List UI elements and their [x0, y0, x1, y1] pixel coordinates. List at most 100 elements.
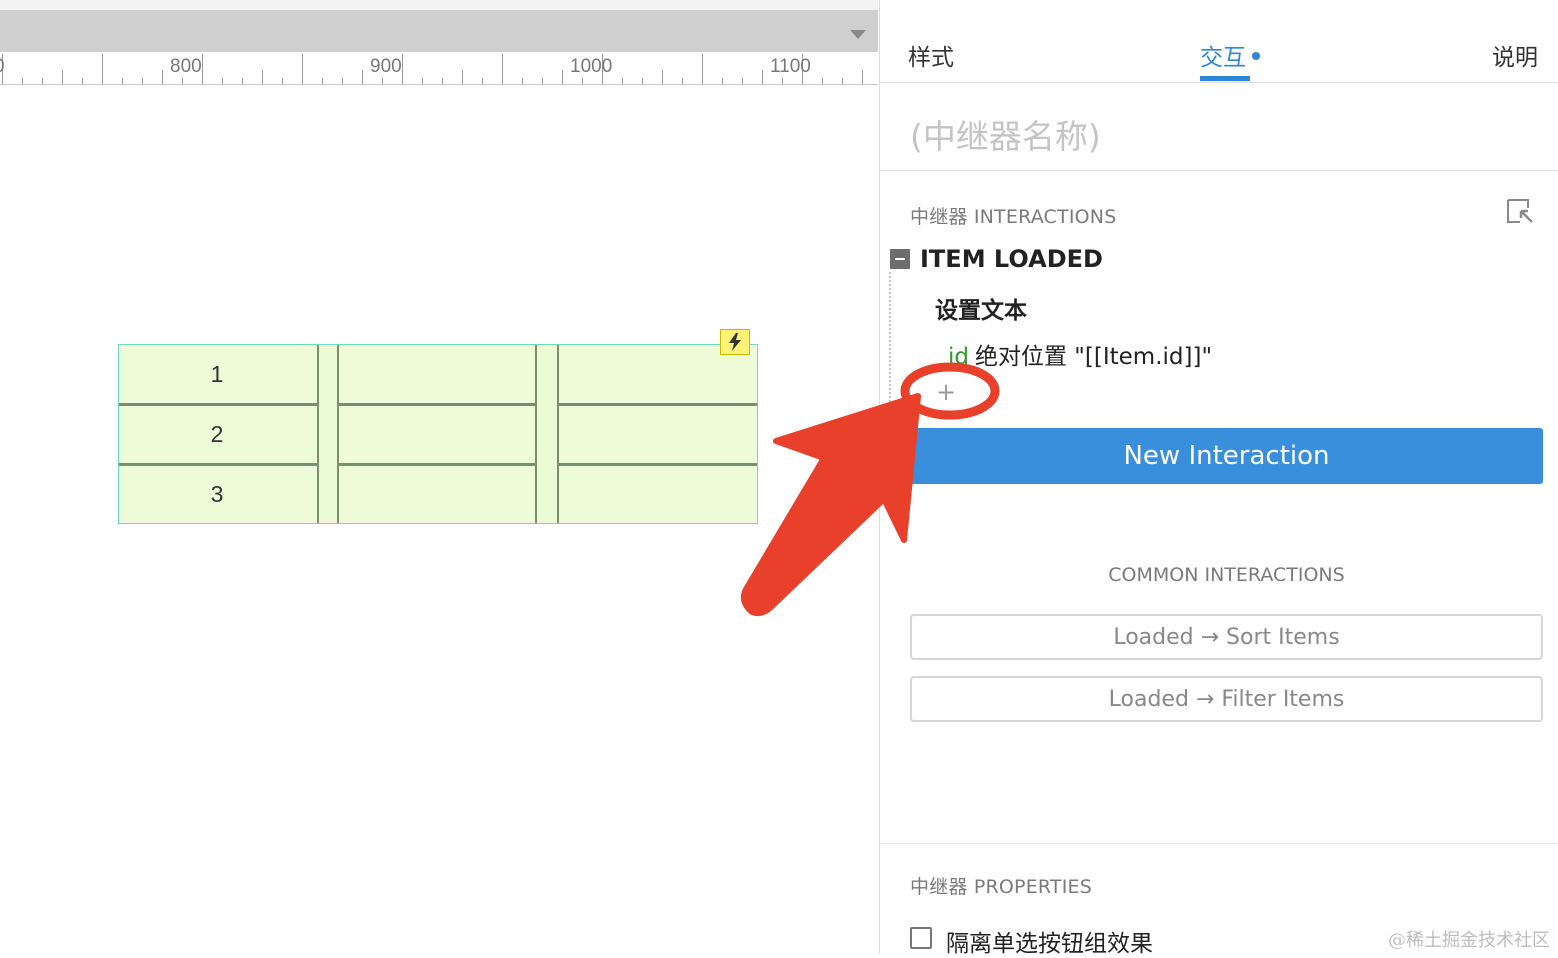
ruler-tick	[122, 78, 123, 84]
new-interaction-button[interactable]: New Interaction	[910, 428, 1543, 484]
ruler-tick	[702, 54, 703, 84]
common-interaction-button[interactable]: Loaded → Sort Items	[910, 614, 1543, 660]
ruler-tick	[622, 78, 623, 84]
lightning-icon[interactable]	[720, 329, 750, 355]
ruler-label: 900	[370, 56, 402, 77]
canvas-header-bar	[0, 10, 878, 52]
ruler-tick	[482, 78, 483, 84]
checkbox-label: 隔离单选按钮组效果	[946, 931, 1153, 957]
minus-square-icon[interactable]	[890, 249, 910, 269]
column-divider	[557, 345, 559, 523]
row-divider	[119, 403, 317, 406]
ruler-tick	[42, 78, 43, 84]
active-tab-indicator	[1200, 76, 1250, 81]
divider	[880, 170, 1558, 171]
event-name[interactable]: ITEM LOADED	[920, 245, 1103, 273]
ruler-tick	[582, 78, 583, 84]
column-divider	[337, 345, 339, 523]
ruler-label: 1000	[570, 56, 613, 77]
ruler-tick	[402, 54, 403, 84]
ruler-tick	[322, 78, 323, 84]
ruler-label-partial: 0	[0, 56, 5, 78]
ruler-tick	[382, 78, 383, 84]
repeater-cell[interactable]	[559, 406, 757, 463]
ruler-tick	[822, 78, 823, 84]
ruler-tick	[362, 70, 363, 84]
repeater-widget[interactable]: 1 2 3	[118, 344, 758, 524]
tab-notes[interactable]: 说明	[1492, 38, 1538, 72]
column-divider	[535, 345, 537, 523]
export-arrow-icon[interactable]	[1506, 198, 1534, 224]
ruler-tick	[342, 78, 343, 84]
repeater-item-id: 2	[210, 421, 224, 447]
row-divider	[559, 403, 757, 406]
row-divider	[119, 463, 317, 466]
chevron-down-icon[interactable]	[850, 30, 866, 39]
ruler-tick	[222, 78, 223, 84]
ruler-tick	[162, 70, 163, 84]
ruler-tick	[642, 78, 643, 84]
ruler-tick	[662, 70, 663, 84]
action-value: 绝对位置 "[[Item.id]]"	[975, 344, 1213, 370]
ruler-tick	[282, 78, 283, 84]
repeater-item-id: 3	[210, 481, 224, 507]
ruler-tick	[242, 78, 243, 84]
ruler-tick	[142, 78, 143, 84]
repeater-cell[interactable]	[339, 406, 535, 463]
ruler-tick	[462, 70, 463, 84]
ruler-tick	[742, 78, 743, 84]
tab-style[interactable]: 样式	[908, 38, 954, 72]
inspector-tabs: 样式 交互 说明	[880, 10, 1558, 83]
inspector-panel: 样式 交互 说明 (中继器名称) 中继器 INTERACTIONS ITEM L…	[879, 0, 1558, 957]
row-divider	[339, 463, 535, 466]
isolate-radio-checkbox[interactable]	[910, 927, 932, 949]
repeater-cell[interactable]	[339, 345, 535, 403]
column-divider	[317, 345, 319, 523]
ruler-tick	[842, 78, 843, 84]
ruler-tick	[782, 78, 783, 84]
watermark: @稀土掘金技术社区	[1388, 930, 1550, 951]
common-interactions-title: COMMON INTERACTIONS	[1108, 564, 1345, 586]
ruler-tick	[102, 54, 103, 84]
repeater-item-id: 1	[210, 361, 224, 387]
canvas-top-strip	[0, 0, 878, 10]
ruler-tick	[62, 70, 63, 84]
add-action-button[interactable]: +	[936, 378, 956, 406]
ruler-tick	[182, 78, 183, 84]
divider	[880, 843, 1558, 844]
ruler-tick	[862, 70, 863, 84]
tab-interactions[interactable]: 交互	[1200, 38, 1260, 72]
common-interaction-button[interactable]: Loaded → Filter Items	[910, 676, 1543, 722]
ruler-tick	[422, 78, 423, 84]
ruler-tick	[562, 70, 563, 84]
repeater-cell[interactable]	[559, 466, 757, 523]
action-target: id	[948, 344, 969, 370]
horizontal-ruler: 0 800 900 1000 1100	[0, 52, 878, 85]
ruler-tick	[442, 78, 443, 84]
ruler-tick	[762, 70, 763, 84]
tab-interactions-label: 交互	[1200, 45, 1246, 71]
ruler-label: 800	[170, 56, 202, 77]
row-divider	[339, 403, 535, 406]
ruler-tick	[542, 78, 543, 84]
interactions-section-title: 中继器 INTERACTIONS	[910, 206, 1117, 228]
ruler-label: 1100	[770, 56, 811, 77]
tree-connector	[889, 272, 891, 402]
ruler-tick	[682, 78, 683, 84]
widget-name-input[interactable]: (中继器名称)	[910, 110, 1101, 158]
ruler-tick	[262, 70, 263, 84]
action-detail[interactable]: id 绝对位置 "[[Item.id]]"	[948, 337, 1212, 371]
active-dot-icon	[1252, 52, 1260, 60]
ruler-tick	[722, 78, 723, 84]
ruler-tick	[22, 78, 23, 84]
ruler-tick	[302, 54, 303, 84]
properties-section-title: 中继器 PROPERTIES	[910, 876, 1093, 898]
ruler-tick	[82, 78, 83, 84]
ruler-tick	[202, 54, 203, 84]
action-name[interactable]: 设置文本	[935, 291, 1027, 325]
design-canvas[interactable]: 0 800 900 1000 1100 1 2 3	[0, 0, 878, 954]
row-divider	[559, 463, 757, 466]
ruler-tick	[502, 54, 503, 84]
repeater-cell[interactable]	[339, 466, 535, 523]
ruler-tick	[522, 78, 523, 84]
